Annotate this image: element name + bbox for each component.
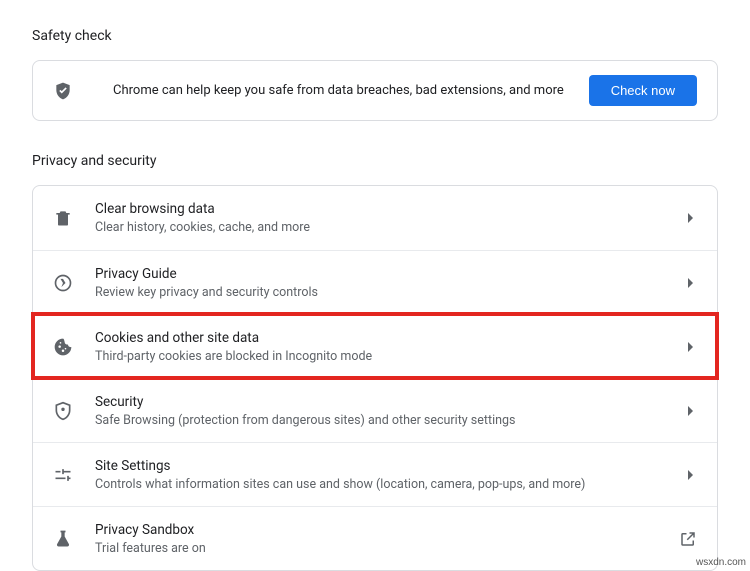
row-title: Cookies and other site data	[95, 330, 668, 346]
row-privacy-guide[interactable]: Privacy Guide Review key privacy and sec…	[33, 250, 717, 314]
trash-icon	[53, 208, 73, 228]
privacy-heading: Privacy and security	[32, 153, 718, 169]
row-title: Site Settings	[95, 458, 668, 474]
shield-filled-icon	[53, 81, 73, 101]
compass-icon	[53, 273, 73, 293]
chevron-right-icon	[688, 213, 693, 223]
watermark: wsxdn.com	[696, 557, 746, 568]
row-sub: Clear history, cookies, cache, and more	[95, 220, 668, 235]
chevron-right-icon	[688, 278, 693, 288]
chevron-right-icon	[688, 342, 693, 352]
row-title: Privacy Guide	[95, 266, 668, 282]
row-cookies[interactable]: Cookies and other site data Third-party …	[33, 314, 717, 378]
safety-check-card: Chrome can help keep you safe from data …	[32, 60, 718, 121]
safety-heading: Safety check	[32, 28, 718, 44]
row-title: Security	[95, 394, 668, 410]
cookie-icon	[53, 337, 73, 357]
flask-icon	[53, 529, 73, 549]
row-sub: Third-party cookies are blocked in Incog…	[95, 349, 668, 364]
row-title: Privacy Sandbox	[95, 522, 659, 538]
safety-text: Chrome can help keep you safe from data …	[113, 83, 571, 98]
row-sub: Trial features are on	[95, 541, 659, 556]
row-site-settings[interactable]: Site Settings Controls what information …	[33, 442, 717, 506]
row-security[interactable]: Security Safe Browsing (protection from …	[33, 378, 717, 442]
chevron-right-icon	[688, 406, 693, 416]
privacy-list: Clear browsing data Clear history, cooki…	[32, 185, 718, 571]
row-sub: Controls what information sites can use …	[95, 477, 668, 492]
row-title: Clear browsing data	[95, 201, 668, 217]
sliders-icon	[53, 465, 73, 485]
shield-icon	[53, 401, 73, 421]
row-privacy-sandbox[interactable]: Privacy Sandbox Trial features are on	[33, 506, 717, 570]
chevron-right-icon	[688, 470, 693, 480]
row-sub: Safe Browsing (protection from dangerous…	[95, 413, 668, 428]
check-now-button[interactable]: Check now	[589, 75, 697, 106]
row-clear-browsing-data[interactable]: Clear browsing data Clear history, cooki…	[33, 186, 717, 250]
row-sub: Review key privacy and security controls	[95, 285, 668, 300]
external-link-icon	[679, 530, 697, 548]
